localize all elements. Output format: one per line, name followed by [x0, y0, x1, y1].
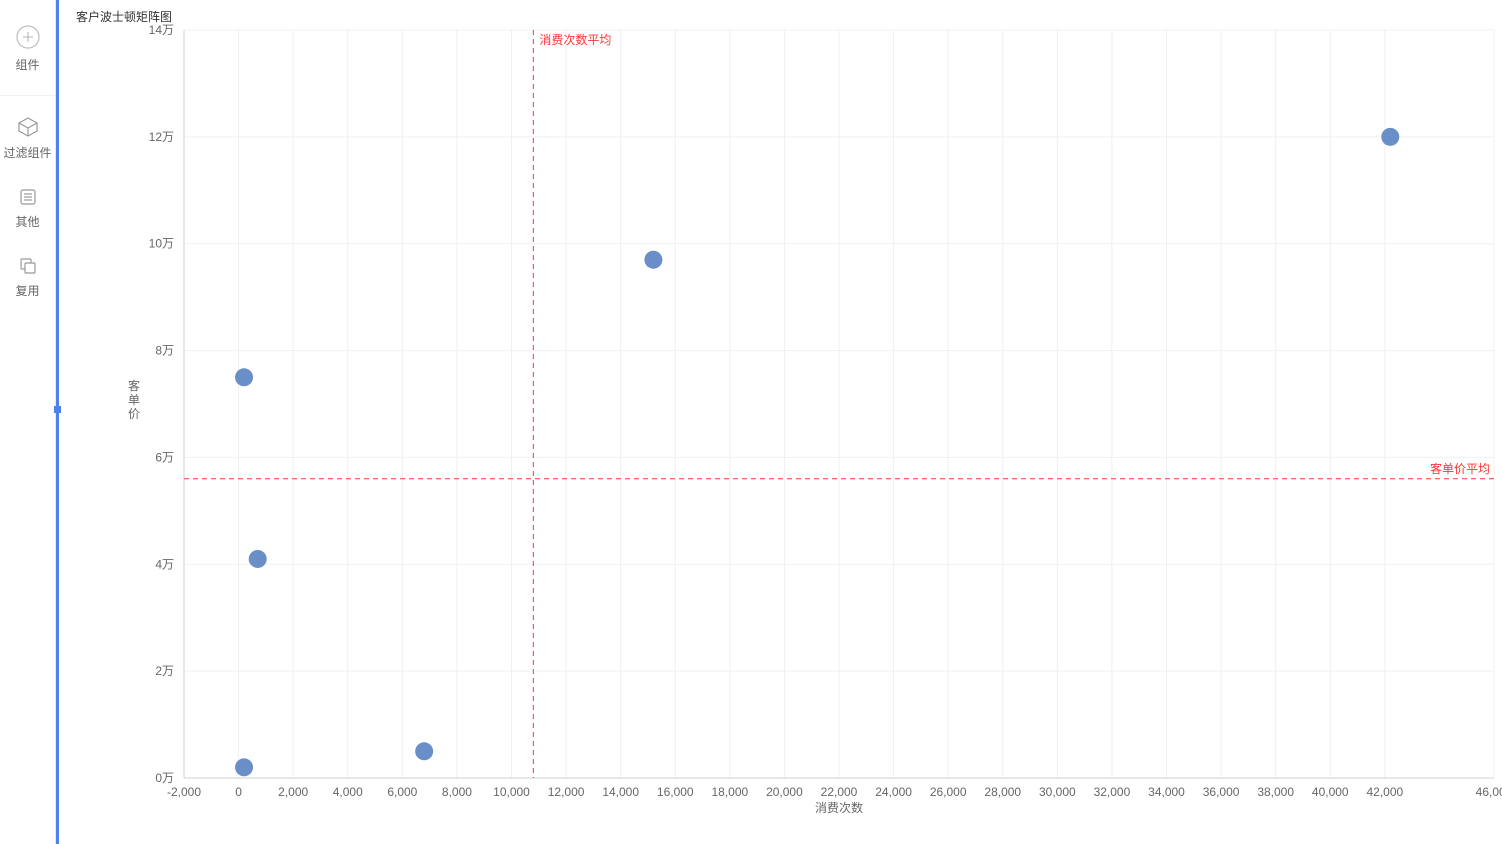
x-tick-label: 24,000 [875, 785, 912, 799]
y-tick-label: 4万 [155, 557, 174, 571]
data-point[interactable] [415, 742, 433, 760]
sidebar: 组件 过滤组件 其他 [0, 0, 56, 844]
x-tick-label: 36,000 [1203, 785, 1240, 799]
x-tick-label: 40,000 [1312, 785, 1349, 799]
y-tick-label: 10万 [149, 237, 174, 251]
x-tick-label: 2,000 [278, 785, 308, 799]
divider [0, 95, 55, 96]
x-tick-label: 32,000 [1094, 785, 1131, 799]
y-tick-label: 14万 [149, 23, 174, 37]
copy-icon [18, 256, 38, 276]
x-tick-label: 4,000 [333, 785, 363, 799]
sidebar-item-label: 其他 [15, 213, 39, 230]
x-tick-label: 30,000 [1039, 785, 1076, 799]
sidebar-item-label: 组件 [15, 56, 39, 73]
data-point[interactable] [235, 758, 253, 776]
ref-line-vertical-label: 消费次数平均 [539, 32, 611, 47]
sidebar-item-label: 复用 [15, 282, 39, 299]
ref-line-horizontal-label: 客单价平均 [1430, 461, 1490, 476]
x-tick-label: 10,000 [493, 785, 530, 799]
scatter-chart[interactable]: 0万 2万 4万 6万 8万 10万 12万 14万 -2,000 0 2,000 4,000 6,00… [64, 0, 1502, 844]
sidebar-item-reuse[interactable]: 复用 [0, 248, 55, 317]
sidebar-item-label: 过滤组件 [3, 144, 51, 161]
data-point[interactable] [644, 251, 662, 269]
y-axis-title-char: 客 [128, 378, 140, 393]
y-tick-label: 0万 [155, 771, 174, 785]
x-tick-label: 28,000 [984, 785, 1021, 799]
y-tick-label: 2万 [155, 664, 174, 678]
y-tick-label: 8万 [155, 344, 174, 358]
x-tick-label: 16,000 [657, 785, 694, 799]
list-icon [18, 187, 38, 207]
x-tick-label: 18,000 [711, 785, 748, 799]
sidebar-item-filter[interactable]: 过滤组件 [0, 108, 55, 179]
x-tick-label: -2,000 [167, 785, 201, 799]
data-point[interactable] [249, 550, 267, 568]
selection-handle[interactable] [54, 406, 61, 413]
x-tick-label: 46,000 [1476, 785, 1502, 799]
chart-container: 0万 2万 4万 6万 8万 10万 12万 14万 -2,000 0 2,000 4,000 6,00… [64, 0, 1502, 844]
y-tick-label: 6万 [155, 450, 174, 464]
selection-edge [56, 0, 59, 844]
x-tick-label: 8,000 [442, 785, 472, 799]
x-tick-label: 6,000 [387, 785, 417, 799]
data-point[interactable] [1381, 128, 1399, 146]
y-tick-label: 12万 [149, 130, 174, 144]
plus-circle-icon [15, 24, 41, 50]
x-tick-label: 38,000 [1257, 785, 1294, 799]
x-tick-label: 34,000 [1148, 785, 1185, 799]
cube-icon [17, 116, 39, 138]
x-tick-label: 14,000 [602, 785, 639, 799]
data-point[interactable] [235, 368, 253, 386]
x-tick-label: 12,000 [548, 785, 585, 799]
x-tick-label: 42,000 [1366, 785, 1403, 799]
x-tick-label: 0 [235, 785, 242, 799]
x-tick-label: 26,000 [930, 785, 967, 799]
y-axis-title-char: 单 [128, 393, 140, 407]
sidebar-item-add[interactable]: 组件 [0, 16, 55, 91]
x-axis-title: 消费次数 [815, 800, 863, 815]
x-tick-label: 22,000 [821, 785, 858, 799]
sidebar-item-other[interactable]: 其他 [0, 179, 55, 248]
y-axis-title-char: 价 [128, 407, 140, 421]
main: 客户波士顿矩阵图 0万2万4万6万8万10万12万14万-2,00002,000… [56, 0, 1502, 844]
x-tick-label: 20,000 [766, 785, 803, 799]
